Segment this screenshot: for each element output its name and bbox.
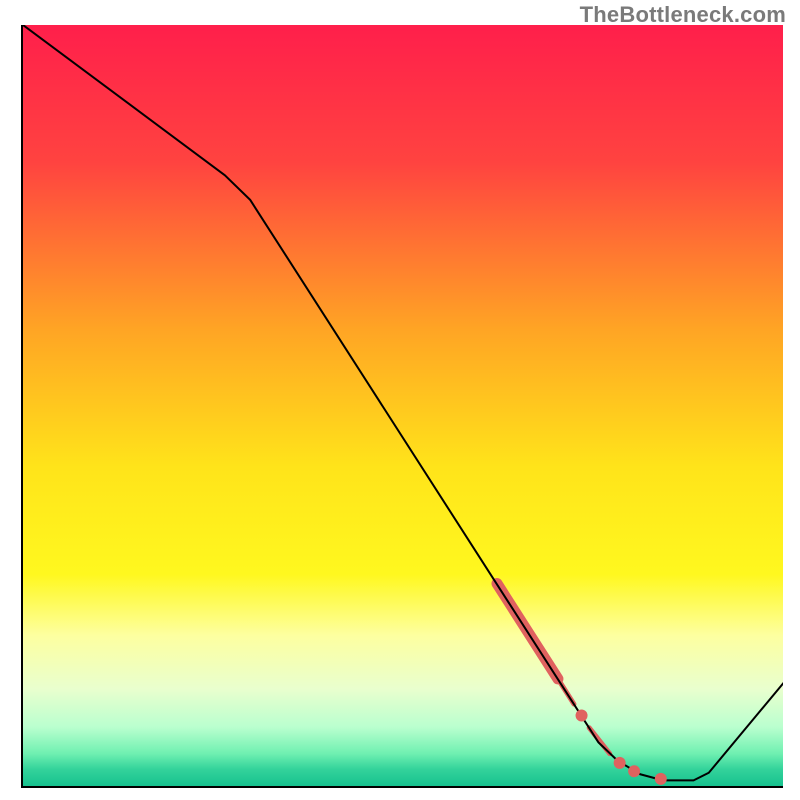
chart-line-layer (23, 25, 783, 788)
chart-stage: TheBottleneck.com (0, 0, 800, 800)
data-marker-2 (628, 765, 640, 777)
data-marker-3 (655, 773, 667, 785)
data-marker-0 (576, 710, 588, 722)
bottleneck-curve (23, 25, 783, 780)
plot-area (21, 25, 783, 788)
data-marker-1 (614, 757, 626, 769)
